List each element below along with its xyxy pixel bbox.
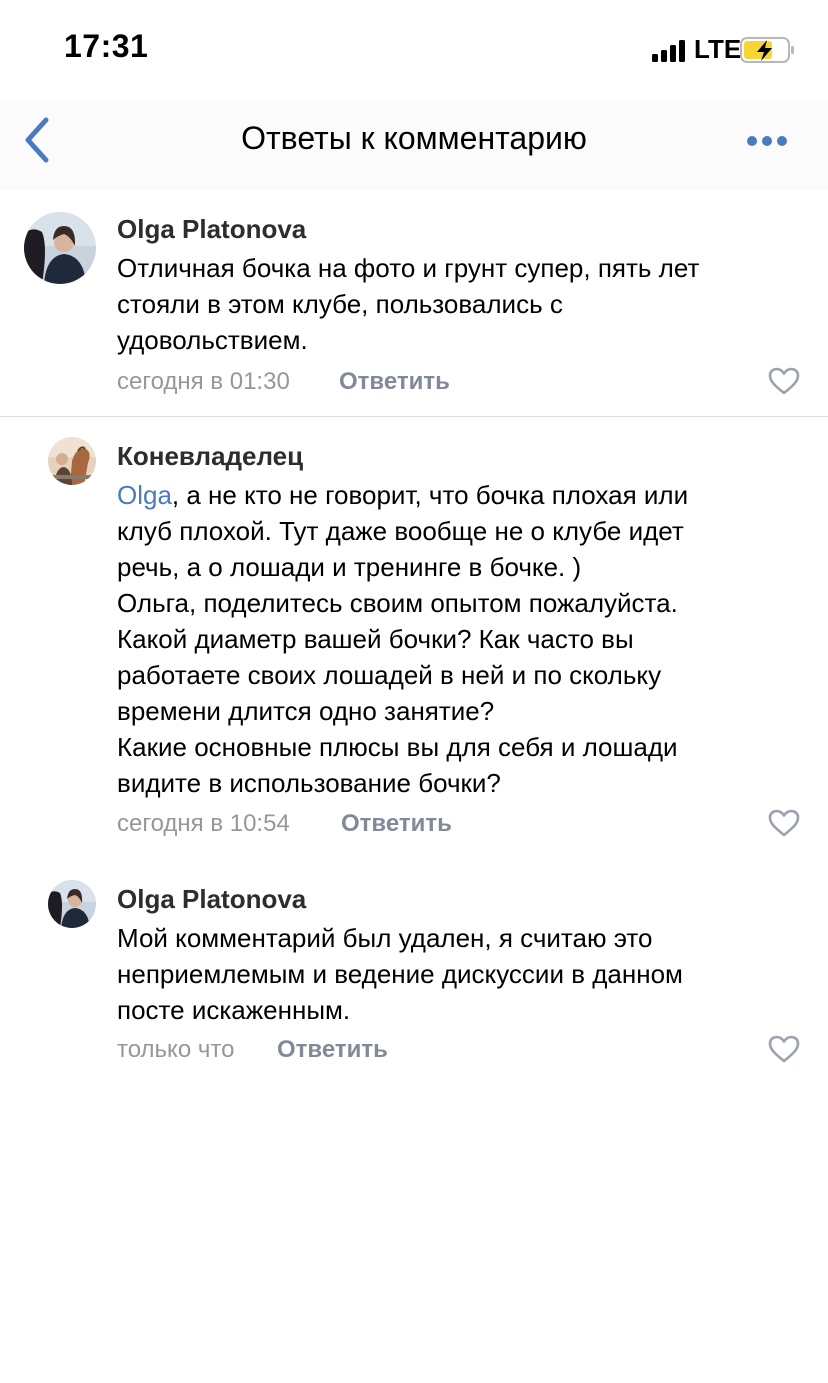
- status-bar: 17:31 LTE: [0, 0, 828, 100]
- battery-charging-icon: [740, 37, 794, 63]
- comment-text-line: речь, а о лошади и тренинге в бочке. ): [117, 552, 582, 582]
- comment-text-line: времени длится одно занятие?: [117, 696, 495, 726]
- more-options-button[interactable]: [740, 124, 796, 158]
- comment-timestamp: только что: [117, 1036, 235, 1063]
- comment-text-line: удовольствием.: [117, 325, 308, 355]
- comment-author[interactable]: Коневладелец: [117, 441, 303, 472]
- heart-outline-icon[interactable]: [768, 808, 800, 838]
- comment-text-line: работаете своих лошадей в ней и по сколь…: [117, 660, 662, 690]
- comment-text: Отличная бочка на фото и грунт супер, пя…: [117, 250, 777, 358]
- comment-text-line: Какие основные плюсы вы для себя и лошад…: [117, 732, 678, 762]
- comment-item: Коневладелец Olga, а не кто не говорит, …: [0, 417, 828, 857]
- heart-outline-icon[interactable]: [768, 1034, 800, 1064]
- status-time: 17:31: [64, 28, 149, 64]
- comment-author[interactable]: Olga Platonova: [117, 884, 306, 915]
- comment-text: Мой комментарий был удален, я считаю это…: [117, 920, 777, 1028]
- avatar[interactable]: [48, 880, 96, 928]
- comment-text-line: клуб плохой. Тут даже вообще не о клубе …: [117, 516, 684, 546]
- mention-link[interactable]: Olga: [117, 480, 172, 510]
- comment-text-line: Мой комментарий был удален, я считаю это: [117, 923, 653, 953]
- navigation-bar: Ответы к комментарию: [0, 100, 828, 190]
- comment-text-line: посте искаженным.: [117, 995, 351, 1025]
- comment-text-line: Отличная бочка на фото и грунт супер, пя…: [117, 253, 700, 283]
- comment-text-line: стояли в этом клубе, пользовались с: [117, 289, 563, 319]
- comment-text-fragment: , а не кто не говорит, что бочка плохая …: [171, 480, 689, 510]
- comment-item: Olga Platonova Мой комментарий был удале…: [0, 860, 828, 1090]
- comment-author[interactable]: Olga Platonova: [117, 214, 306, 245]
- avatar[interactable]: [24, 212, 96, 284]
- comment-timestamp: сегодня в 10:54: [117, 810, 290, 837]
- reply-button[interactable]: Ответить: [341, 810, 452, 838]
- heart-outline-icon[interactable]: [768, 366, 800, 396]
- comment-text-line: Какой диаметр вашей бочки? Как часто вы: [117, 624, 634, 654]
- avatar[interactable]: [48, 437, 96, 485]
- network-type-label: LTE: [694, 34, 742, 64]
- signal-bars-icon: [652, 40, 688, 62]
- comment-text-line: видите в использование бочки?: [117, 768, 501, 798]
- comment-timestamp: сегодня в 01:30: [117, 368, 290, 395]
- more-dots-icon: [747, 136, 787, 146]
- comment-item: Olga Platonova Отличная бочка на фото и …: [0, 190, 828, 415]
- comment-text-line: неприемлемым и ведение дискуссии в данно…: [117, 959, 683, 989]
- comment-text-line: Olga, а не кто не говорит, что бочка пло…: [117, 477, 777, 513]
- reply-button[interactable]: Ответить: [277, 1036, 388, 1064]
- reply-button[interactable]: Ответить: [339, 368, 450, 396]
- page-title: Ответы к комментарию: [241, 120, 587, 156]
- comment-text-line: Ольга, поделитесь своим опытом пожалуйст…: [117, 588, 678, 618]
- comment-text: Olga, а не кто не говорит, что бочка пло…: [117, 477, 777, 801]
